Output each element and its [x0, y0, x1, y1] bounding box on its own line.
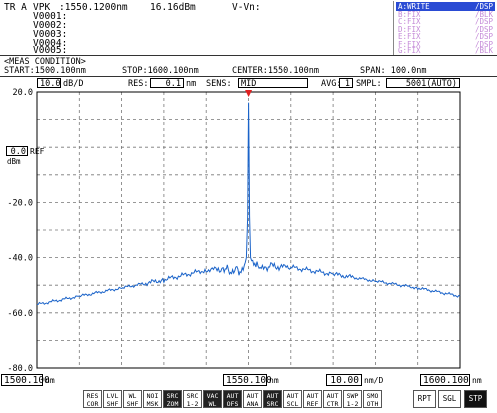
- sweep-button-sgl[interactable]: SGL: [438, 390, 461, 408]
- softkey-aut-src[interactable]: AUT SRC: [263, 390, 282, 408]
- measurement-condition-bar: <MEAS CONDITION> START:1500.100nm STOP:1…: [0, 55, 497, 77]
- res-value-box[interactable]: 0.1: [150, 78, 184, 89]
- stop-wavelength: STOP:1600.100nm: [122, 66, 199, 76]
- softkey-aut-ofs[interactable]: AUT OFS: [223, 390, 242, 408]
- softkey-noi-msk[interactable]: NOI MSK: [143, 390, 162, 408]
- softkey-aut-ana[interactable]: AUT ANA: [243, 390, 262, 408]
- softkey-line-2: 1-2: [346, 400, 359, 408]
- softkey-line-2: OFS: [226, 400, 239, 408]
- trace-mode: /BLK: [474, 46, 493, 55]
- res-unit: nm: [186, 79, 197, 89]
- marker-level: 16.16dBm: [150, 2, 196, 13]
- top-header: TR A VPK :1550.1200nm 16.16dBm V-Vn: V00…: [0, 0, 497, 56]
- softkey-line-1: VAC: [206, 392, 219, 400]
- smpl-value-box[interactable]: 5001(AUTO): [386, 78, 460, 89]
- softkey-aut-ctr[interactable]: AUT CTR: [323, 390, 342, 408]
- scale-unit: dB/D: [63, 79, 84, 89]
- softkey-line-1: SMO: [366, 392, 379, 400]
- y-tick-label: -80.0: [7, 364, 33, 374]
- y-tick-label: -60.0: [7, 309, 33, 319]
- sweep-button-stp[interactable]: STP: [464, 390, 487, 408]
- softkey-line-2: 1-2: [186, 400, 199, 408]
- softkey-lvl-shf[interactable]: LVL SHF: [103, 390, 122, 408]
- peak-marker: [245, 90, 253, 97]
- peak-marker-layer: [245, 90, 253, 97]
- start-wavelength-box[interactable]: 1500.100: [1, 374, 50, 386]
- softkey-line-2: ANA: [246, 400, 259, 408]
- softkey-swp-1-2[interactable]: SWP 1-2: [343, 390, 362, 408]
- ref-label: REF: [30, 147, 45, 156]
- center-wavelength-box[interactable]: 1550.100: [223, 374, 272, 386]
- softkey-line-2: CTR: [326, 400, 339, 408]
- softkey-line-1: NOI: [146, 392, 159, 400]
- smpl-label: SMPL:: [356, 79, 382, 89]
- x-axis-settings: 1500.100 nm 1550.100 nm 10.00 nm/D 1600.…: [0, 374, 497, 388]
- softkey-line-1: LVL: [106, 392, 119, 400]
- softkey-bar: RES COR LVL SHF WL SHF NOI MSK SRC ZOM SRC 1-2 VAC WL…: [0, 390, 497, 413]
- stop-unit: nm: [472, 376, 482, 385]
- sens-label: SENS:: [206, 79, 232, 89]
- softkey-line-2: WL: [208, 400, 217, 408]
- center-wavelength: CENTER:1550.100nm: [232, 66, 319, 76]
- softkey-line-2: SCL: [286, 400, 299, 408]
- softkey-line-1: WL: [128, 392, 137, 400]
- div-value-box[interactable]: 10.00: [326, 374, 362, 386]
- start-wavelength: START:1500.100nm: [4, 66, 86, 76]
- div-unit: nm/D: [364, 376, 384, 385]
- sweep-button-rpt[interactable]: RPT: [413, 390, 436, 408]
- scale-value-box[interactable]: 10.0: [37, 78, 61, 89]
- softkey-line-2: OTH: [366, 400, 379, 408]
- softkey-line-1: AUT: [326, 392, 339, 400]
- softkey-line-2: COR: [86, 400, 99, 408]
- y-tick-label: -20.0: [7, 198, 33, 208]
- marker-wavelength: :1550.1200nm: [59, 2, 128, 13]
- y-tick-label: -40.0: [7, 254, 33, 264]
- spectrum-chart: 20.0-20.0-40.0-60.0-80.0: [7, 88, 461, 374]
- y-tick-labels: 20.0-20.0-40.0-60.0-80.0: [7, 88, 33, 374]
- trace-row-g[interactable]: G:FIX /BLK: [396, 46, 495, 55]
- softkey-aut-ref[interactable]: AUT REF: [303, 390, 322, 408]
- softkey-src-zom[interactable]: SRC ZOM: [163, 390, 182, 408]
- softkey-line-2: SHF: [106, 400, 119, 408]
- sens-value-box[interactable]: MID: [238, 78, 308, 89]
- settings-row: 10.0 dB/D RES: 0.1 nm SENS: MID AVG: 1 S…: [0, 78, 497, 90]
- trace-panel: A:WRITE /DSP B:FIX /BLK C:FIX /DSP D:FIX…: [393, 1, 497, 55]
- ref-unit: dBm: [7, 157, 21, 166]
- softkey-line-1: SRC: [166, 392, 179, 400]
- span-value: SPAN: 100.0nm: [360, 66, 427, 76]
- softkey-line-2: SRC: [266, 400, 279, 408]
- softkey-src-1-2[interactable]: SRC 1-2: [183, 390, 202, 408]
- softkey-line-1: AUT: [246, 392, 259, 400]
- trace-name: G:FIX: [398, 46, 421, 55]
- softkey-line-1: AUT: [226, 392, 239, 400]
- softkey-line-1: AUT: [286, 392, 299, 400]
- softkey-line-1: SRC: [186, 392, 199, 400]
- ref-level-box[interactable]: 0.0: [6, 146, 28, 157]
- center-unit: nm: [269, 376, 279, 385]
- softkey-vac-wl[interactable]: VAC WL: [203, 390, 222, 408]
- delta-label: V-Vn:: [232, 2, 261, 13]
- softkey-line-1: RES: [86, 392, 99, 400]
- softkey-line-2: MSK: [146, 400, 159, 408]
- softkey-line-1: AUT: [306, 392, 319, 400]
- trace-label: TR A: [4, 2, 27, 13]
- softkey-line-2: SHF: [126, 400, 139, 408]
- avg-value-box[interactable]: 1: [339, 78, 353, 89]
- softkey-line-2: ZOM: [166, 400, 179, 408]
- softkey-line-2: REF: [306, 400, 319, 408]
- softkey-line-1: SWP: [346, 392, 359, 400]
- softkey-wl-shf[interactable]: WL SHF: [123, 390, 142, 408]
- res-label: RES:: [128, 79, 149, 89]
- stop-wavelength-box[interactable]: 1600.100: [420, 374, 470, 386]
- softkey-aut-scl[interactable]: AUT SCL: [283, 390, 302, 408]
- softkey-smo-oth[interactable]: SMO OTH: [363, 390, 382, 408]
- softkey-res-cor[interactable]: RES COR: [83, 390, 102, 408]
- start-unit: nm: [45, 376, 55, 385]
- softkey-line-1: AUT: [266, 392, 279, 400]
